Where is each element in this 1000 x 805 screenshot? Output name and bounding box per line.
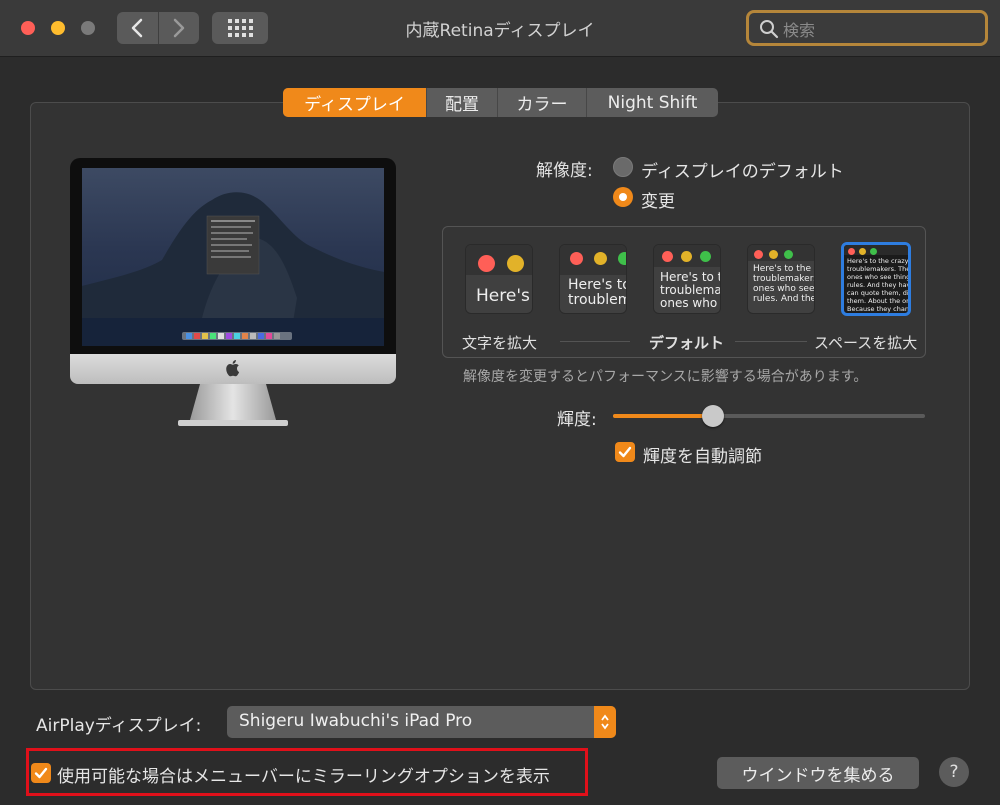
tab-arrangement[interactable]: 配置 [427, 88, 498, 117]
scale-thumbnail-text: Here's to t troublema ones who [660, 270, 721, 311]
airplay-display-label: AirPlayディスプレイ: [36, 716, 202, 736]
show-all-button[interactable] [212, 12, 268, 44]
scale-divider-left [560, 341, 630, 342]
scale-label-larger-text: 文字を拡大 [462, 334, 538, 352]
resolution-performance-note: 解像度を変更するとパフォーマンスに影響する場合があります。 [463, 369, 868, 385]
search-icon [760, 20, 779, 39]
scale-divider-right [735, 341, 807, 342]
back-button[interactable] [117, 12, 157, 44]
tab-night-shift[interactable]: Night Shift [587, 88, 718, 117]
resolution-scaled-label[interactable]: 変更 [641, 187, 675, 212]
window-title: 内蔵Retinaディスプレイ [405, 21, 595, 41]
brightness-label: 輝度: [557, 410, 597, 430]
gather-windows-button[interactable]: ウインドウを集める [717, 757, 919, 789]
search-input[interactable] [781, 17, 975, 43]
mirroring-options-label[interactable]: 使用可能な場合はメニューバーにミラーリングオプションを表示 [57, 762, 550, 787]
minimize-window-button[interactable] [51, 21, 65, 35]
checkmark-icon [618, 446, 632, 458]
grid-icon [227, 19, 253, 37]
scale-option-2[interactable]: Here's to troublem [559, 244, 627, 314]
scale-option-4[interactable]: Here's to the cr troublemakers. ones who… [747, 244, 815, 314]
tab-color[interactable]: カラー [498, 88, 587, 117]
help-button[interactable]: ? [939, 757, 969, 787]
auto-brightness-checkbox[interactable] [615, 442, 635, 462]
apple-logo-icon [226, 360, 240, 377]
chevron-right-icon [173, 18, 185, 38]
select-arrows-icon [594, 706, 616, 738]
scale-thumbnail-text: Here's to troublem [568, 277, 627, 309]
catalina-island-image [82, 192, 384, 346]
resolution-label: 解像度: [536, 161, 593, 181]
chevron-left-icon [131, 18, 143, 38]
search-box[interactable] [746, 10, 988, 46]
scale-label-more-space: スペースを拡大 [814, 334, 918, 352]
resolution-scaled-radio[interactable] [613, 187, 633, 207]
scale-thumbnail-text: Here's to the cr troublemakers. ones who… [753, 264, 815, 304]
scale-option-larger-text[interactable]: Here's [465, 244, 533, 314]
close-window-button[interactable] [21, 21, 35, 35]
tab-display[interactable]: ディスプレイ [283, 88, 427, 117]
scale-option-more-space[interactable]: Here's to the crazy one troublemakers. T… [841, 242, 911, 316]
brightness-slider-knob[interactable] [702, 405, 724, 427]
airplay-display-select[interactable]: Shigeru Iwabuchi's iPad Pro [227, 706, 616, 738]
checkmark-icon [34, 767, 48, 779]
tab-bar: ディスプレイ 配置 カラー Night Shift [283, 88, 718, 117]
auto-brightness-label[interactable]: 輝度を自動調節 [643, 442, 762, 467]
scale-thumbnail-text: Here's [476, 286, 530, 306]
wallpaper-image [82, 168, 384, 346]
scale-option-default[interactable]: Here's to t troublema ones who [653, 244, 721, 314]
imac-stand [178, 384, 288, 426]
zoom-window-button[interactable] [81, 21, 95, 35]
resolution-default-radio[interactable] [613, 157, 633, 177]
resolution-default-label[interactable]: ディスプレイのデフォルト [641, 157, 844, 182]
scale-label-default: デフォルト [649, 334, 725, 352]
brightness-slider-fill [613, 414, 713, 418]
airplay-selected-value: Shigeru Iwabuchi's iPad Pro [239, 711, 473, 731]
scale-thumbnail-text: Here's to the crazy one troublemakers. T… [847, 257, 911, 313]
forward-button[interactable] [159, 12, 199, 44]
mirroring-options-checkbox[interactable] [31, 763, 51, 783]
